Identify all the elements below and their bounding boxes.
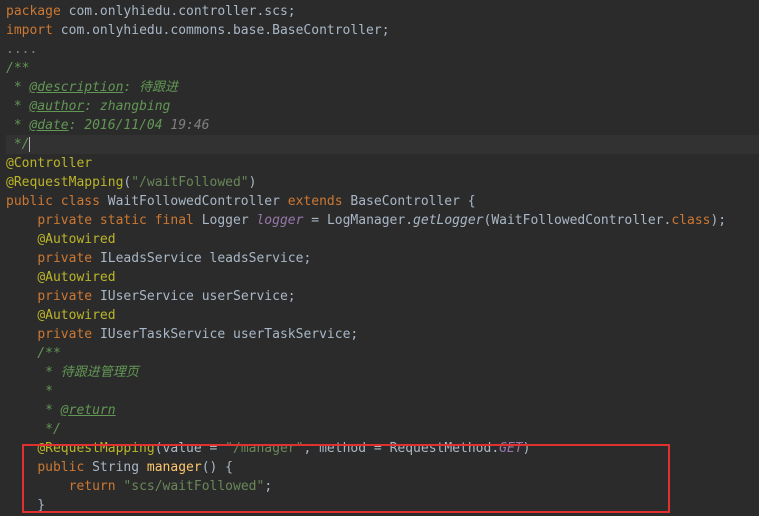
code-editor[interactable]: package com.onlyhiedu.controller.scs; im… (6, 2, 759, 515)
doc-tag: @author (29, 99, 84, 114)
javadoc-line: * @author: zhangbing (6, 97, 759, 116)
javadoc-line: * @return (6, 401, 759, 420)
field-name: userTaskService (233, 327, 350, 342)
annotation: @Autowired (37, 232, 115, 247)
keyword: class (671, 213, 710, 228)
enum-const: GET (499, 441, 522, 456)
string-literal: "/waitFollowed" (131, 175, 248, 190)
annotation-line: @Autowired (6, 306, 759, 325)
keyword: public (37, 460, 92, 475)
keyword: public class (6, 194, 108, 209)
method-call: getLogger (413, 213, 483, 228)
javadoc-line: * @description: 待跟进 (6, 78, 759, 97)
class-declaration: public class WaitFollowedController exte… (6, 192, 759, 211)
return-type: String (92, 460, 147, 475)
keyword: private (37, 289, 100, 304)
field-declaration: private ILeadsService leadsService; (6, 249, 759, 268)
field-name: leadsService (210, 251, 304, 266)
annotation-line: @Autowired (6, 268, 759, 287)
return-statement: return "scs/waitFollowed"; (6, 477, 759, 496)
doc-tag: @date (29, 118, 68, 133)
javadoc-open: /** (6, 59, 759, 78)
annotation-line: @RequestMapping("/waitFollowed") (6, 173, 759, 192)
code-line: import com.onlyhiedu.commons.base.BaseCo… (6, 21, 759, 40)
javadoc-close: */ (6, 135, 759, 154)
class-name: WaitFollowedController (108, 194, 288, 209)
annotation: @Autowired (37, 308, 115, 323)
annotation: @RequestMapping (37, 441, 154, 456)
javadoc-line: * @date: 2016/11/04 19:46 (6, 116, 759, 135)
field-declaration: private IUserService userService; (6, 287, 759, 306)
keyword: import (6, 23, 61, 38)
type: ILeadsService (100, 251, 210, 266)
doc-tag: @description (29, 80, 123, 95)
keyword: private static final (37, 213, 201, 228)
base-class: BaseController (350, 194, 467, 209)
type: Logger (202, 213, 257, 228)
annotation-line: @RequestMapping(value = "/manager", meth… (6, 439, 759, 458)
attr-name: method (319, 441, 374, 456)
keyword: private (37, 251, 100, 266)
type: IUserService (100, 289, 202, 304)
keyword: package (6, 4, 69, 19)
javadoc-open: /** (6, 344, 759, 363)
annotation-line: @Autowired (6, 230, 759, 249)
annotation: @RequestMapping (6, 175, 123, 190)
keyword: private (37, 327, 100, 342)
javadoc-line: * (6, 382, 759, 401)
field-name: userService (202, 289, 288, 304)
doc-tag: @return (61, 403, 116, 418)
annotation: @Autowired (37, 270, 115, 285)
field-name: logger (256, 213, 303, 228)
doc-time: 19:46 (170, 118, 209, 133)
folded-marker[interactable]: .... (6, 40, 759, 59)
enum-class: RequestMethod (390, 441, 492, 456)
method-name: manager (147, 460, 202, 475)
annotation-line: @Controller (6, 154, 759, 173)
code-line: package com.onlyhiedu.controller.scs; (6, 2, 759, 21)
annotation: @Controller (6, 156, 92, 171)
close-brace: } (6, 496, 759, 515)
keyword: return (69, 479, 124, 494)
text-cursor (29, 137, 30, 152)
class-ref: LogManager (327, 213, 405, 228)
field-declaration: private IUserTaskService userTaskService… (6, 325, 759, 344)
javadoc-close: */ (6, 420, 759, 439)
keyword: extends (288, 194, 351, 209)
method-declaration: public String manager() { (6, 458, 759, 477)
type: IUserTaskService (100, 327, 233, 342)
string-literal: "/manager" (225, 441, 303, 456)
attr-name: value (163, 441, 210, 456)
package-path: com.onlyhiedu.controller.scs; (69, 4, 296, 19)
string-literal: "scs/waitFollowed" (123, 479, 264, 494)
import-path: com.onlyhiedu.commons.base.BaseControlle… (61, 23, 390, 38)
javadoc-line: * 待跟进管理页 (6, 363, 759, 382)
field-declaration: private static final Logger logger = Log… (6, 211, 759, 230)
